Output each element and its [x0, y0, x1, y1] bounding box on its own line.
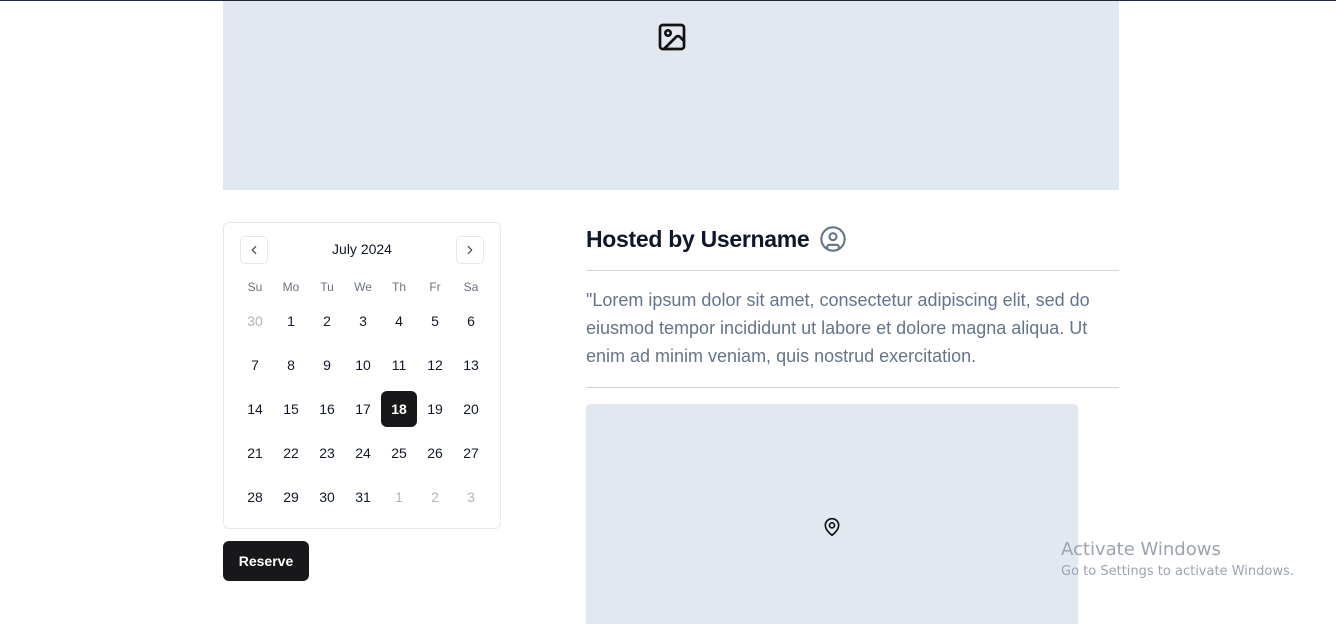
calendar-week-row: 30 1 2 3 4 5 6: [237, 299, 489, 343]
calendar-day[interactable]: 29: [273, 479, 309, 515]
hero-image-placeholder: [223, 1, 1119, 190]
calendar-week-row: 28 29 30 31 1 2 3: [237, 475, 489, 519]
watermark-title: Activate Windows: [1061, 539, 1221, 560]
calendar-day[interactable]: 13: [453, 347, 489, 383]
calendar-day-outside-month[interactable]: 30: [237, 303, 273, 339]
divider: [586, 387, 1119, 388]
watermark-subtitle: Go to Settings to activate Windows.: [1061, 564, 1294, 579]
calendar-day[interactable]: 27: [453, 435, 489, 471]
calendar-day[interactable]: 4: [381, 303, 417, 339]
calendar-day[interactable]: 5: [417, 303, 453, 339]
calendar-day[interactable]: 24: [345, 435, 381, 471]
image-icon: [658, 23, 686, 51]
next-month-button[interactable]: [456, 236, 484, 264]
host-description: "Lorem ipsum dolor sit amet, consectetur…: [586, 290, 1090, 366]
calendar-grid: Su Mo Tu We Th Fr Sa 30 1 2 3 4 5 6 7 8 …: [237, 275, 489, 519]
calendar-day[interactable]: 8: [273, 347, 309, 383]
calendar-day-outside-month[interactable]: 1: [381, 479, 417, 515]
calendar-day[interactable]: 23: [309, 435, 345, 471]
calendar-day[interactable]: 12: [417, 347, 453, 383]
weekday-label: Th: [391, 280, 406, 294]
calendar-day[interactable]: 21: [237, 435, 273, 471]
calendar-day-outside-month[interactable]: 3: [453, 479, 489, 515]
calendar-week-row: 7 8 9 10 11 12 13: [237, 343, 489, 387]
calendar-day[interactable]: 7: [237, 347, 273, 383]
calendar-week-row: 21 22 23 24 25 26 27: [237, 431, 489, 475]
weekday-label: Tu: [320, 280, 334, 294]
calendar-day[interactable]: 19: [417, 391, 453, 427]
calendar-day[interactable]: 1: [273, 303, 309, 339]
weekday-header-row: Su Mo Tu We Th Fr Sa: [237, 275, 489, 299]
map-placeholder[interactable]: [586, 404, 1078, 624]
calendar-day[interactable]: 14: [237, 391, 273, 427]
date-picker-calendar: July 2024 Su Mo Tu We Th Fr Sa 30 1 2 3 …: [223, 222, 501, 529]
calendar-day[interactable]: 3: [345, 303, 381, 339]
weekday-label: Su: [247, 280, 263, 294]
calendar-day[interactable]: 28: [237, 479, 273, 515]
calendar-day[interactable]: 22: [273, 435, 309, 471]
weekday-label: We: [354, 280, 372, 294]
calendar-day[interactable]: 9: [309, 347, 345, 383]
user-circle-icon[interactable]: [819, 225, 847, 253]
calendar-day[interactable]: 25: [381, 435, 417, 471]
reserve-button[interactable]: Reserve: [223, 541, 309, 581]
weekday-label: Fr: [429, 280, 441, 294]
calendar-day[interactable]: 6: [453, 303, 489, 339]
map-pin-icon: [824, 517, 840, 537]
calendar-day[interactable]: 10: [345, 347, 381, 383]
calendar-day[interactable]: 20: [453, 391, 489, 427]
weekday-label: Mo: [282, 280, 300, 294]
calendar-week-row: 14 15 16 17 18 19 20: [237, 387, 489, 431]
calendar-day[interactable]: 26: [417, 435, 453, 471]
calendar-day-selected[interactable]: 18: [381, 391, 417, 427]
calendar-day[interactable]: 15: [273, 391, 309, 427]
calendar-day[interactable]: 11: [381, 347, 417, 383]
calendar-day[interactable]: 30: [309, 479, 345, 515]
calendar-day-outside-month[interactable]: 2: [417, 479, 453, 515]
calendar-day[interactable]: 17: [345, 391, 381, 427]
calendar-day[interactable]: 2: [309, 303, 345, 339]
divider: [586, 270, 1119, 271]
host-title-text: Hosted by Username: [586, 225, 810, 252]
chevron-right-icon: [467, 245, 473, 255]
calendar-day[interactable]: 16: [309, 391, 345, 427]
activate-windows-watermark: Activate Windows Go to Settings to activ…: [1061, 538, 1294, 582]
calendar-day[interactable]: 31: [345, 479, 381, 515]
host-heading: Hosted by Username: [586, 224, 847, 254]
weekday-label: Sa: [463, 280, 479, 294]
